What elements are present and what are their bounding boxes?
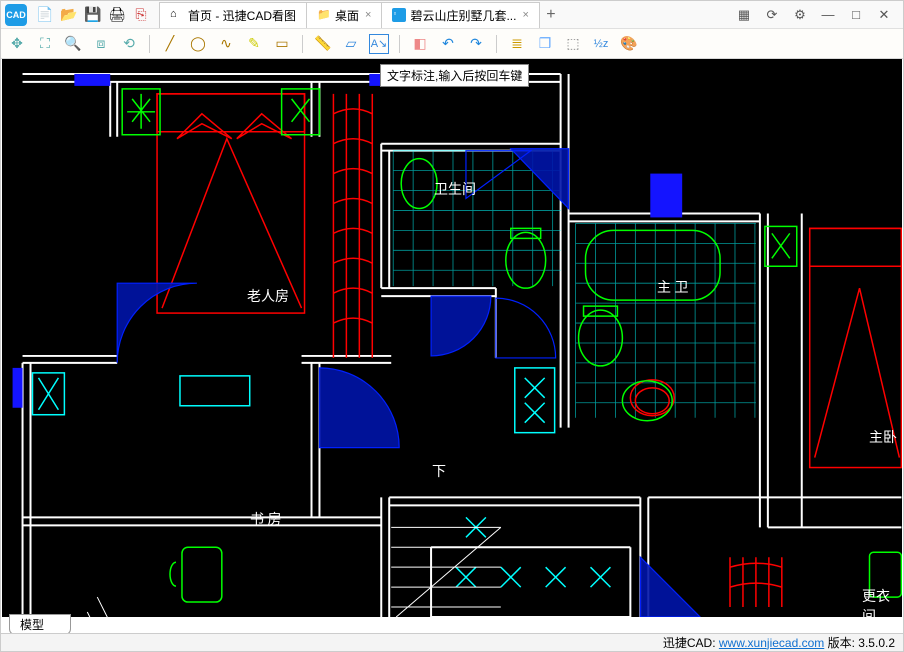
tooltip: 文字标注,输入后按回车键 — [380, 64, 529, 87]
print-icon[interactable]: 🖨 — [107, 5, 127, 25]
settings-gear-icon[interactable]: ⚙ — [791, 6, 809, 24]
measure-icon[interactable]: 📏 — [313, 34, 333, 54]
rotate-icon[interactable]: ⟲ — [119, 34, 139, 54]
close-icon[interactable]: × — [365, 9, 371, 21]
open-folder-icon[interactable]: 📂 — [59, 5, 79, 25]
tab-desktop[interactable]: 📁 桌面 × — [306, 2, 382, 28]
eraser-icon[interactable]: ◧ — [410, 34, 430, 54]
home-icon: ⌂ — [170, 8, 184, 22]
room-label-weishengjian: 卫生间 — [434, 179, 476, 199]
status-bar: 迅捷CAD: www.xunjiecad.com 版本: 3.5.0.2 — [1, 633, 903, 651]
zoom-extents-icon[interactable]: ⛶ — [35, 34, 55, 54]
separator — [149, 35, 150, 53]
titlebar: CAD 📄 📂 💾 🖨 ⎘ ⌂ 首页 - 迅捷CAD看图 📁 桌面 × ▫ 碧云… — [1, 1, 903, 29]
polyline-icon[interactable]: ∿ — [216, 34, 236, 54]
3d-cube-icon[interactable]: ❒ — [535, 34, 555, 54]
rectangle-icon[interactable]: ▭ — [272, 34, 292, 54]
app-logo: CAD — [5, 4, 27, 26]
zoom-window-icon[interactable]: ⧈ — [91, 34, 111, 54]
separator — [399, 35, 400, 53]
model-tab[interactable]: 模型 — [9, 614, 71, 635]
color-wheel-icon[interactable]: 🎨 — [619, 34, 639, 54]
separator — [496, 35, 497, 53]
room-label-zhuwei: 主 卫 — [657, 277, 689, 297]
tab-label: 首页 - 迅捷CAD看图 — [188, 7, 296, 24]
undo-icon[interactable]: ↶ — [438, 34, 458, 54]
tab-label: 桌面 — [335, 7, 359, 24]
tab-drawing[interactable]: ▫ 碧云山庄别墅几套... × — [381, 2, 539, 28]
app-menu-icon[interactable]: ▦ — [735, 6, 753, 24]
axis-icon[interactable]: ½z — [591, 34, 611, 54]
room-label-xia: 下 — [432, 461, 446, 481]
tabs-container: ⌂ 首页 - 迅捷CAD看图 📁 桌面 × ▫ 碧云山庄别墅几套... × + — [159, 2, 735, 28]
maximize-button[interactable]: □ — [847, 6, 865, 24]
status-version: 3.5.0.2 — [858, 636, 895, 650]
new-tab-button[interactable]: + — [539, 2, 563, 28]
zoom-icon[interactable]: 🔍 — [63, 34, 83, 54]
tab-home[interactable]: ⌂ 首页 - 迅捷CAD看图 — [159, 2, 307, 28]
circle-icon[interactable]: ◯ — [188, 34, 208, 54]
status-url-link[interactable]: www.xunjiecad.com — [719, 636, 824, 650]
refresh-icon[interactable]: ⟳ — [763, 6, 781, 24]
bottom-tabs: 模型 — [9, 614, 71, 635]
close-icon[interactable]: × — [522, 9, 528, 21]
line-icon[interactable]: ╱ — [160, 34, 180, 54]
export-icon[interactable]: ⎘ — [131, 5, 151, 25]
text-annotation-icon[interactable]: A↘ — [369, 34, 389, 54]
folder-icon: 📁 — [317, 8, 331, 22]
layers-icon[interactable]: ≣ — [507, 34, 527, 54]
drawing-canvas[interactable]: 老人房 卫生间 主 卫 书 房 下 主卧 更衣间 — [2, 59, 902, 617]
room-label-zhuwo: 主卧 — [869, 427, 897, 447]
cad-file-icon: ▫ — [392, 8, 406, 22]
window-controls: ▦ ⟳ ⚙ — □ ✕ — [735, 6, 899, 24]
redo-icon[interactable]: ↷ — [466, 34, 486, 54]
room-label-laoren: 老人房 — [247, 286, 289, 306]
room-label-shufang: 书 房 — [250, 509, 282, 529]
new-file-icon[interactable]: 📄 — [35, 5, 55, 25]
area-icon[interactable]: ▱ — [341, 34, 361, 54]
status-version-label: 版本: — [828, 634, 855, 651]
wireframe-icon[interactable]: ⬚ — [563, 34, 583, 54]
close-button[interactable]: ✕ — [875, 6, 893, 24]
pan-icon[interactable]: ✥ — [7, 34, 27, 54]
status-brand: 迅捷CAD: — [663, 634, 716, 651]
room-label-gengyi: 更衣间 — [862, 586, 902, 617]
separator — [302, 35, 303, 53]
save-icon[interactable]: 💾 — [83, 5, 103, 25]
toolbar: ✥ ⛶ 🔍 ⧈ ⟲ ╱ ◯ ∿ ✎ ▭ 📏 ▱ A↘ ◧ ↶ ↷ ≣ ❒ ⬚ ½… — [1, 29, 903, 59]
minimize-button[interactable]: — — [819, 6, 837, 24]
tab-label: 碧云山庄别墅几套... — [410, 7, 516, 24]
brush-icon[interactable]: ✎ — [244, 34, 264, 54]
